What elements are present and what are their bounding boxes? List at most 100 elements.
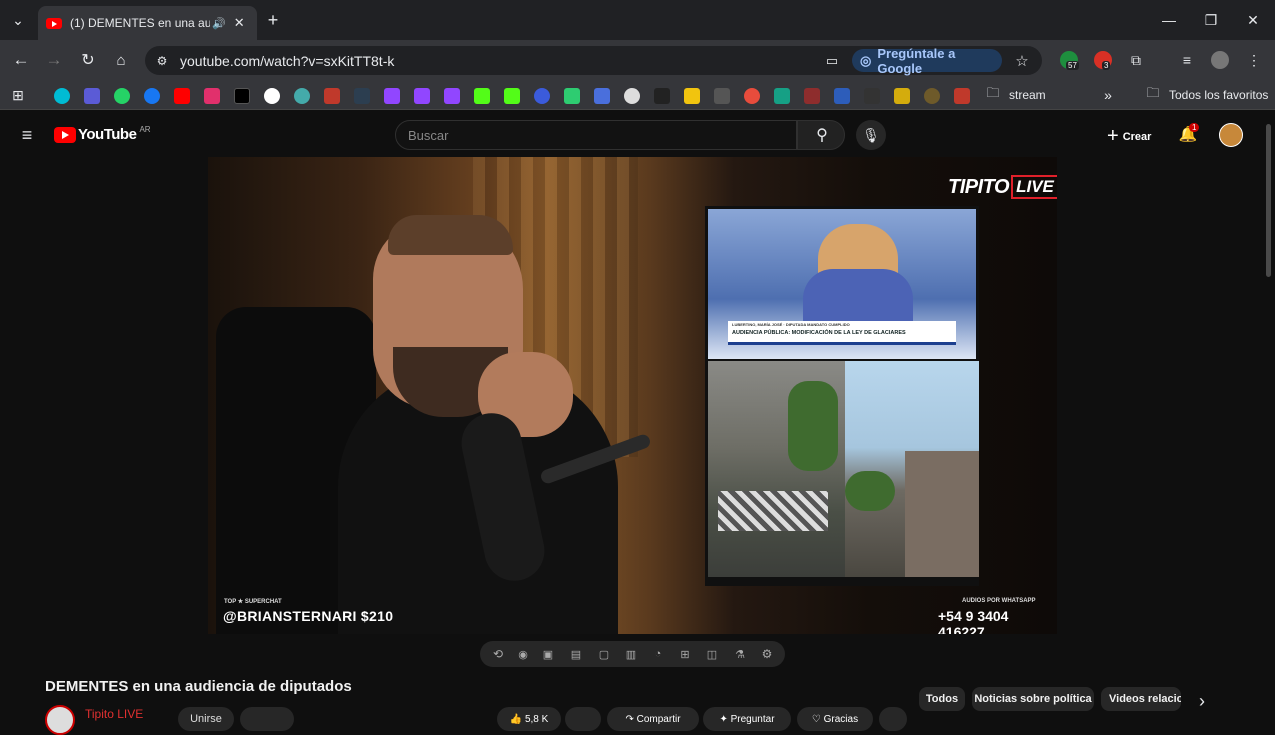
chip-all[interactable]: Todos [919, 687, 965, 711]
settings-gear-icon[interactable]: ⚙ [759, 646, 775, 662]
extensions-puzzle-icon[interactable]: ⧉ [1127, 51, 1145, 69]
bookmark-icon[interactable] [594, 88, 610, 104]
heart-icon: ♡ [811, 713, 821, 725]
restore-icon[interactable]: ❐ [1202, 11, 1220, 29]
kick-icon[interactable] [504, 88, 520, 104]
bookmark-icon[interactable] [864, 88, 880, 104]
thumbs-up-icon: 👍 [509, 713, 523, 725]
search-button[interactable]: ⚲ [797, 120, 845, 150]
bookmark-icon[interactable] [834, 88, 850, 104]
tab-strip: ⌄ (1) DEMENTES en una audie 🔊 ✕ + — ❐ ✕ [0, 0, 1275, 40]
facebook-icon[interactable] [144, 88, 160, 104]
speed-icon[interactable]: ◔ [650, 646, 666, 662]
thanks-button[interactable]: ♡ Gracias [797, 707, 873, 731]
ask-google-button[interactable]: ◎ Pregúntale a Google [852, 46, 1002, 76]
all-bookmarks[interactable]: Todos los favoritos [1169, 88, 1268, 102]
twitch-icon[interactable] [414, 88, 430, 104]
media-control-icon[interactable]: ≡ [1178, 51, 1196, 69]
bookmark-icon[interactable] [534, 88, 550, 104]
chip-related[interactable]: Videos relacion [1101, 687, 1181, 711]
bookmark-icon[interactable] [294, 88, 310, 104]
profile-avatar[interactable] [1211, 51, 1229, 69]
voice-search-icon[interactable]: 🎙 [856, 120, 886, 150]
loop-icon[interactable]: ⟲ [490, 646, 506, 662]
create-button[interactable]: + Crear [1107, 125, 1151, 148]
ask-google-label: Pregúntale a Google [877, 45, 956, 76]
sparkle-icon: ✦ [719, 713, 728, 725]
film-icon[interactable]: ▤ [568, 646, 584, 662]
extension-icon[interactable]: 57 [1060, 51, 1079, 70]
menu-kebab-icon[interactable]: ⋮ [1245, 51, 1263, 69]
speaker-icon[interactable]: 🔊 [212, 17, 226, 30]
more-bookmarks-icon[interactable]: » [1100, 87, 1116, 103]
reload-icon[interactable]: ↻ [79, 51, 97, 69]
more-actions-button[interactable] [879, 707, 907, 731]
bookmark-icon[interactable] [324, 88, 340, 104]
bookmark-icon[interactable] [624, 88, 640, 104]
bookmark-icon[interactable] [654, 88, 670, 104]
bookmark-icon[interactable] [54, 88, 70, 104]
twitch-icon[interactable] [444, 88, 460, 104]
adblock-extension-icon[interactable]: 3 [1094, 51, 1112, 70]
forward-icon[interactable]: → [45, 50, 63, 69]
tab-search-icon[interactable]: ⌄ [10, 12, 26, 28]
home-icon[interactable]: ⌂ [112, 51, 130, 69]
bookmark-icon[interactable] [804, 88, 820, 104]
chevron-right-icon[interactable]: › [1193, 691, 1211, 711]
frames-icon[interactable]: ▥ [623, 646, 639, 662]
back-icon[interactable]: ← [12, 50, 30, 69]
bookmark-icon[interactable] [744, 88, 760, 104]
folder-icon[interactable]: 🗀 [1145, 85, 1161, 103]
join-button[interactable]: Unirse [178, 707, 234, 731]
channel-name[interactable]: Tipito LIVE [85, 707, 143, 721]
subscribe-bell-button[interactable] [240, 707, 294, 731]
close-window-icon[interactable]: ✕ [1244, 11, 1262, 29]
browser-tab[interactable]: (1) DEMENTES en una audie 🔊 ✕ [38, 6, 257, 40]
address-bar[interactable]: ⚙ youtube.com/watch?v=sxKitTT8t-k ▭ ◎ Pr… [145, 46, 1042, 76]
screenshot-icon[interactable]: ◫ [704, 646, 720, 662]
bookmark-icon[interactable] [954, 88, 970, 104]
picture-in-picture-icon[interactable]: ▢ [596, 646, 612, 662]
bookmark-icon[interactable] [564, 88, 580, 104]
chip-politics[interactable]: Noticias sobre política [972, 687, 1094, 711]
minimize-icon[interactable]: — [1160, 11, 1178, 29]
folder-icon[interactable]: 🗀 [985, 85, 1001, 103]
view-icon[interactable]: ▣ [540, 646, 556, 662]
instagram-icon[interactable] [204, 88, 220, 104]
bookmark-icon[interactable] [84, 88, 100, 104]
youtube-bookmark-icon[interactable] [174, 88, 190, 104]
bookmark-folder-stream[interactable]: stream [1009, 88, 1046, 102]
cast-icon[interactable]: ▭ [823, 52, 841, 70]
google-icon[interactable] [264, 88, 280, 104]
bookmark-icon[interactable] [924, 88, 940, 104]
share-button[interactable]: ↷ Compartir [607, 707, 699, 731]
flask-icon[interactable]: ⚗ [732, 646, 748, 662]
video-player[interactable]: TIPITO LIVE LUBERTINO, MARÍA JOSÉ · DIPU… [208, 157, 1057, 634]
kick-icon[interactable] [474, 88, 490, 104]
audio-icon[interactable]: ◉ [515, 646, 531, 662]
like-button[interactable]: 👍 5,8 K [497, 707, 561, 731]
close-tab-icon[interactable]: ✕ [234, 15, 245, 31]
bookmark-star-icon[interactable]: ☆ [1013, 52, 1031, 70]
search-input[interactable]: Buscar [395, 120, 797, 150]
page-scrollbar[interactable] [1266, 124, 1271, 277]
apps-grid-icon[interactable]: ⊞ [10, 87, 26, 103]
ask-button[interactable]: ✦ Preguntar [703, 707, 791, 731]
youtube-logo[interactable]: YouTube AR [54, 125, 151, 143]
channel-avatar[interactable] [45, 705, 75, 735]
bookmark-icon[interactable] [894, 88, 910, 104]
x-icon[interactable] [234, 88, 250, 104]
site-info-icon[interactable]: ⚙ [154, 53, 170, 69]
dislike-button[interactable] [565, 707, 601, 731]
whatsapp-icon[interactable] [114, 88, 130, 104]
ask-label: Preguntar [730, 713, 775, 725]
bookmark-icon[interactable] [684, 88, 700, 104]
user-avatar[interactable] [1219, 123, 1243, 147]
hamburger-menu-icon[interactable]: ≡ [17, 125, 37, 145]
twitch-icon[interactable] [384, 88, 400, 104]
bookmark-icon[interactable] [774, 88, 790, 104]
new-tab-icon[interactable]: + [264, 10, 282, 30]
bookmark-icon[interactable] [354, 88, 370, 104]
bookmark-icon[interactable] [714, 88, 730, 104]
add-icon[interactable]: ⊞ [677, 646, 693, 662]
